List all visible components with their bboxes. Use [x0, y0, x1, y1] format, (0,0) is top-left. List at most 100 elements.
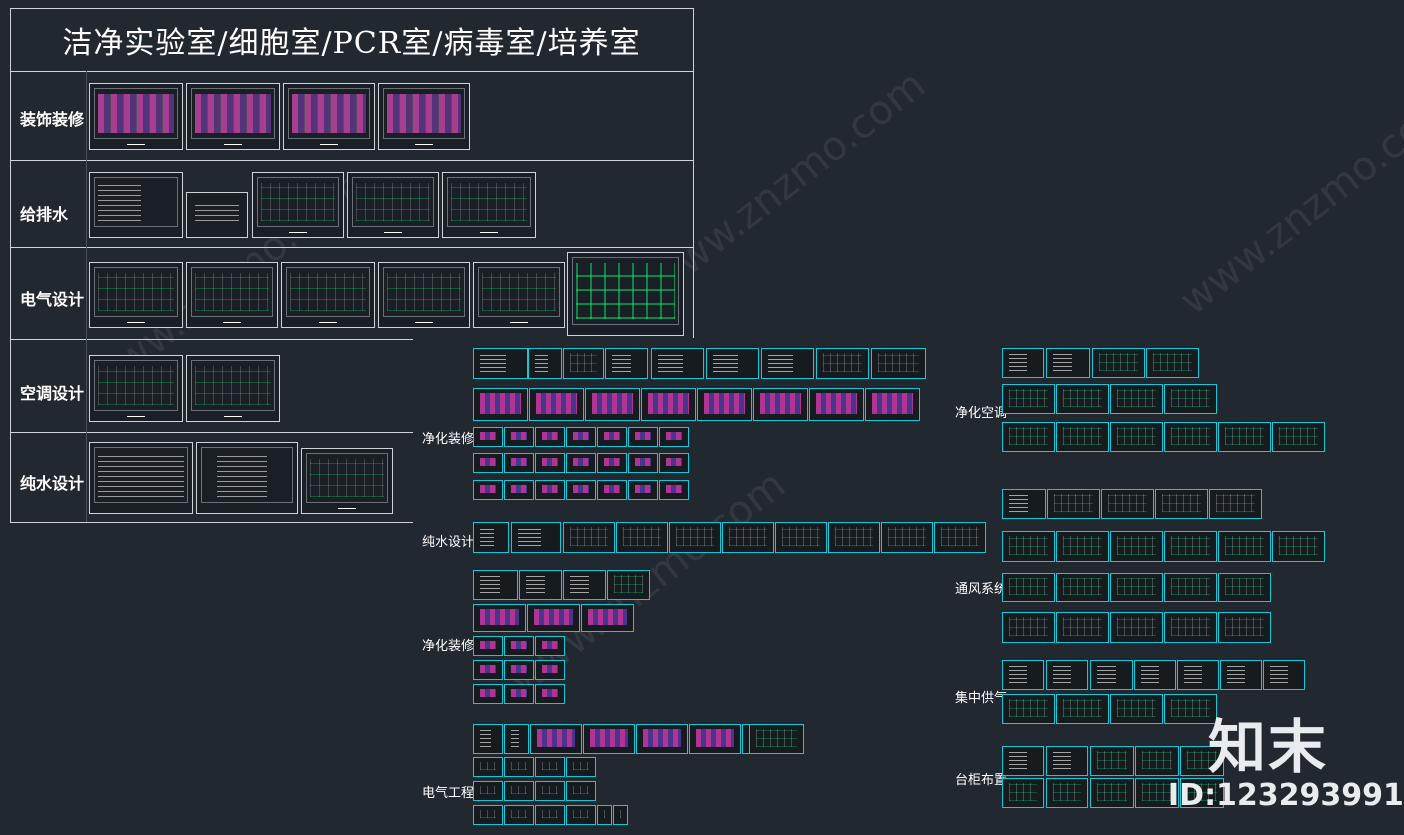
drawing-thumbnail[interactable]: [473, 684, 503, 704]
drawing-thumbnail[interactable]: [535, 453, 565, 473]
drawing-thumbnail[interactable]: [535, 427, 565, 447]
drawing-thumbnail[interactable]: [697, 388, 752, 421]
drawing-thumbnail[interactable]: [511, 522, 561, 553]
drawing-thumbnail[interactable]: [1134, 660, 1176, 690]
drawing-thumbnail[interactable]: [473, 660, 503, 680]
drawing-thumbnail[interactable]: [1135, 746, 1179, 776]
drawing-thumbnail[interactable]: [934, 522, 986, 553]
drawing-thumbnail[interactable]: [473, 604, 526, 632]
drawing-thumbnail[interactable]: [563, 570, 606, 600]
drawing-thumbnail[interactable]: [1056, 612, 1109, 643]
drawing-thumbnail[interactable]: [1177, 660, 1219, 690]
drawing-thumbnail[interactable]: [628, 453, 658, 473]
drawing-thumbnail[interactable]: [535, 781, 565, 801]
drawing-thumbnail[interactable]: [252, 172, 344, 238]
drawing-thumbnail[interactable]: [442, 172, 536, 238]
drawing-thumbnail[interactable]: [1002, 531, 1055, 562]
drawing-thumbnail[interactable]: [1110, 422, 1163, 452]
drawing-thumbnail[interactable]: [473, 262, 565, 328]
drawing-thumbnail[interactable]: [347, 172, 439, 238]
drawing-thumbnail[interactable]: [816, 348, 869, 379]
drawing-thumbnail[interactable]: [529, 388, 584, 421]
drawing-thumbnail[interactable]: [504, 757, 534, 777]
drawing-thumbnail[interactable]: [1110, 573, 1163, 602]
drawing-thumbnail[interactable]: [504, 453, 534, 473]
drawing-thumbnail[interactable]: [186, 262, 278, 328]
drawing-thumbnail[interactable]: [1155, 489, 1208, 519]
drawing-thumbnail[interactable]: [1101, 489, 1154, 519]
drawing-thumbnail[interactable]: [378, 262, 470, 328]
drawing-thumbnail[interactable]: [1092, 348, 1145, 378]
drawing-thumbnail[interactable]: [89, 355, 183, 422]
drawing-thumbnail[interactable]: [1110, 384, 1163, 414]
drawing-thumbnail[interactable]: [378, 83, 470, 150]
drawing-thumbnail[interactable]: [1056, 384, 1109, 414]
drawing-thumbnail[interactable]: [597, 453, 627, 473]
drawing-thumbnail[interactable]: [581, 604, 634, 632]
drawing-thumbnail[interactable]: [871, 348, 926, 379]
drawing-thumbnail[interactable]: [89, 172, 183, 238]
drawing-thumbnail[interactable]: [1046, 660, 1088, 690]
drawing-thumbnail[interactable]: [473, 636, 503, 656]
drawing-thumbnail[interactable]: [473, 427, 503, 447]
drawing-thumbnail[interactable]: [722, 522, 774, 553]
drawing-thumbnail[interactable]: [473, 757, 503, 777]
drawing-thumbnail[interactable]: [473, 480, 503, 500]
drawing-thumbnail[interactable]: [828, 522, 880, 553]
drawing-thumbnail[interactable]: [865, 388, 920, 421]
drawing-thumbnail[interactable]: [1218, 612, 1271, 643]
drawing-thumbnail[interactable]: [473, 388, 528, 421]
drawing-thumbnail[interactable]: [89, 262, 183, 328]
drawing-thumbnail[interactable]: [301, 448, 393, 514]
drawing-thumbnail[interactable]: [535, 636, 565, 656]
drawing-thumbnail[interactable]: [597, 427, 627, 447]
drawing-thumbnail[interactable]: [1110, 612, 1163, 643]
drawing-thumbnail[interactable]: [605, 348, 648, 379]
drawing-thumbnail[interactable]: [186, 192, 248, 238]
drawing-thumbnail[interactable]: [1218, 422, 1271, 452]
drawing-thumbnail[interactable]: [504, 684, 534, 704]
drawing-thumbnail[interactable]: [659, 427, 689, 447]
drawing-thumbnail[interactable]: [504, 480, 534, 500]
drawing-thumbnail[interactable]: [1164, 573, 1217, 602]
drawing-thumbnail[interactable]: [530, 724, 582, 754]
drawing-thumbnail[interactable]: [1002, 489, 1046, 519]
drawing-thumbnail[interactable]: [1164, 531, 1217, 562]
drawing-thumbnail[interactable]: [628, 480, 658, 500]
drawing-thumbnail[interactable]: [597, 805, 612, 825]
drawing-thumbnail[interactable]: [583, 724, 635, 754]
drawing-thumbnail[interactable]: [519, 570, 562, 600]
drawing-thumbnail[interactable]: [1056, 694, 1109, 724]
drawing-thumbnail[interactable]: [585, 388, 640, 421]
drawing-thumbnail[interactable]: [1090, 778, 1134, 808]
drawing-thumbnail[interactable]: [749, 724, 804, 754]
drawing-thumbnail[interactable]: [1090, 660, 1133, 690]
drawing-thumbnail[interactable]: [504, 724, 529, 754]
drawing-thumbnail[interactable]: [535, 684, 565, 704]
drawing-thumbnail[interactable]: [1218, 531, 1271, 562]
drawing-thumbnail[interactable]: [566, 781, 596, 801]
drawing-thumbnail[interactable]: [504, 427, 534, 447]
drawing-thumbnail[interactable]: [473, 570, 518, 600]
drawing-thumbnail[interactable]: [1046, 348, 1090, 378]
drawing-thumbnail[interactable]: [566, 427, 596, 447]
drawing-thumbnail[interactable]: [1002, 778, 1044, 808]
drawing-thumbnail[interactable]: [504, 805, 534, 825]
drawing-thumbnail[interactable]: [563, 348, 604, 379]
drawing-thumbnail[interactable]: [1164, 612, 1217, 643]
drawing-thumbnail[interactable]: [1263, 660, 1305, 690]
drawing-thumbnail[interactable]: [563, 522, 615, 553]
drawing-thumbnail[interactable]: [1209, 489, 1262, 519]
drawing-thumbnail[interactable]: [1218, 573, 1271, 602]
drawing-thumbnail[interactable]: [1002, 384, 1055, 414]
drawing-thumbnail[interactable]: [881, 522, 933, 553]
drawing-thumbnail[interactable]: [473, 348, 528, 379]
drawing-thumbnail[interactable]: [473, 522, 509, 553]
drawing-thumbnail[interactable]: [1056, 422, 1109, 452]
drawing-thumbnail[interactable]: [1002, 694, 1055, 724]
drawing-thumbnail[interactable]: [566, 480, 596, 500]
drawing-thumbnail[interactable]: [473, 781, 503, 801]
drawing-thumbnail[interactable]: [628, 427, 658, 447]
drawing-thumbnail[interactable]: [669, 522, 721, 553]
drawing-thumbnail[interactable]: [567, 252, 684, 336]
